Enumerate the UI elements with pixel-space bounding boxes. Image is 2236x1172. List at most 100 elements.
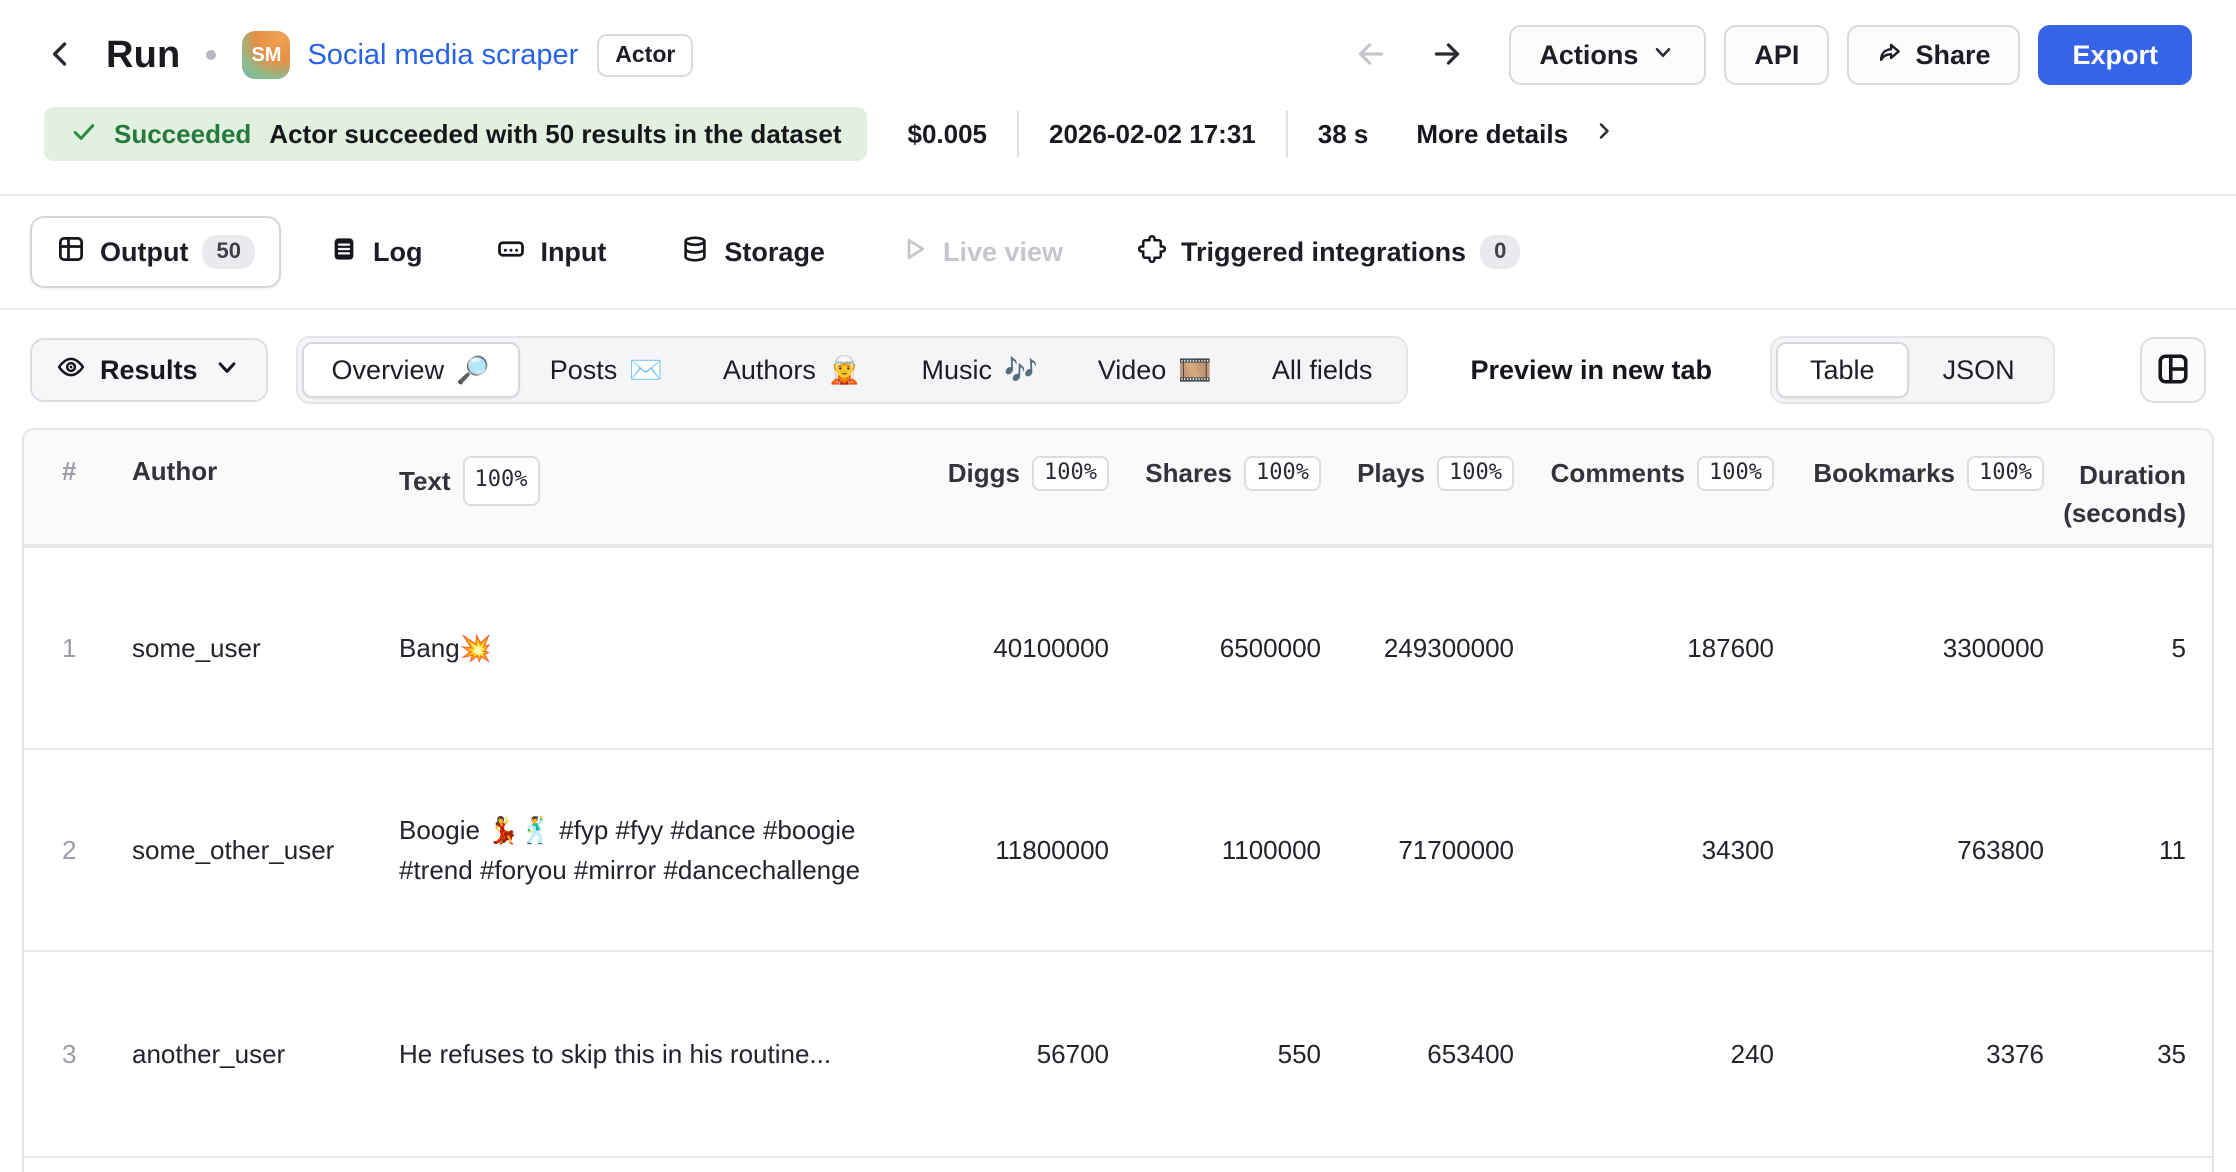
column-header-author[interactable]: Author [132,456,399,487]
tab-triggered-integrations-label: Triggered integrations [1181,237,1466,268]
status-message: Actor succeeded with 50 results in the d… [269,119,841,150]
row-index: 2 [24,835,132,866]
share-icon [1877,39,1903,72]
view-all-fields[interactable]: All fields [1242,342,1403,398]
bookmarks-cell: 3300000 [1774,633,2044,664]
tab-log-label: Log [373,237,422,268]
plays-cell: 71700000 [1321,835,1514,866]
preview-in-new-tab-button[interactable]: Preview in new tab [1470,355,1712,386]
run-tabs: Output 50 Log Input Storage Live view [0,196,2236,310]
column-header-shares[interactable]: Shares 100% [1109,456,1321,491]
table-row[interactable]: 2 some_other_user Boogie 💃🕺 #fyp #fyy #d… [24,748,2212,950]
play-icon [899,234,929,271]
column-header-diggs[interactable]: Diggs 100% [911,456,1109,491]
share-label: Share [1915,40,1990,71]
table-grid-icon [56,234,86,271]
input-field-icon [496,234,526,271]
chevron-left-icon [44,37,78,74]
diggs-header-label: Diggs [948,458,1020,489]
page-title: Run [106,34,180,77]
format-json-option[interactable]: JSON [1909,342,2049,398]
comments-cell: 240 [1514,1039,1774,1070]
tab-triggered-integrations[interactable]: Triggered integrations 0 [1111,216,1546,288]
format-table-option[interactable]: Table [1776,342,1909,398]
actor-name-link[interactable]: Social media scraper [307,39,578,72]
tab-input[interactable]: Input [470,216,632,288]
chevron-down-icon [212,352,242,389]
column-settings-button[interactable] [2140,337,2206,403]
next-run-button[interactable] [1429,36,1465,75]
chevron-right-icon [1592,119,1616,150]
tab-storage[interactable]: Storage [654,216,851,288]
view-video-label: Video [1098,355,1167,386]
actions-label: Actions [1539,40,1638,71]
shares-cell: 6500000 [1109,633,1321,664]
table-row[interactable]: 1 some_user Bang💥 40100000 6500000 24930… [24,546,2212,748]
arrow-left-icon [1353,36,1389,75]
tab-output-label: Output [100,237,188,268]
plays-fill-badge: 100% [1437,456,1514,491]
table-header-row: # Author Text 100% Diggs 100% Shares 100… [24,430,2212,546]
tab-live-view-label: Live view [943,237,1063,268]
view-posts[interactable]: Posts ✉️ [520,342,693,398]
results-dropdown[interactable]: Results [30,338,268,402]
status-state: Succeeded [114,119,251,150]
text-cell: 🙂 [399,1158,911,1172]
diggs-fill-badge: 100% [1032,456,1109,491]
share-button[interactable]: Share [1847,25,2020,85]
view-overview[interactable]: Overview 🔎 [302,342,520,398]
columns-layout-icon [2155,351,2191,390]
author-cell: some_other_user [132,835,399,866]
column-header-duration[interactable]: Duration (seconds) [2044,456,2212,532]
output-count-badge: 50 [202,235,254,269]
format-table-label: Table [1810,355,1875,386]
api-button[interactable]: API [1724,25,1829,85]
actor-avatar: SM [242,31,290,79]
back-button[interactable] [44,37,78,74]
previous-run-button[interactable] [1353,36,1389,75]
view-switcher: Overview 🔎 Posts ✉️ Authors 🧝 Music 🎶 Vi… [296,336,1409,404]
text-cell: Bang💥 [399,628,911,668]
author-header-label: Author [132,456,217,487]
row-index: 3 [24,1039,132,1070]
duration-cell: 11 [2044,835,2212,866]
tab-log[interactable]: Log [303,216,448,288]
tab-output[interactable]: Output 50 [30,216,281,288]
duration-cell: 35 [2044,1039,2212,1070]
view-music-label: Music [922,355,993,386]
view-posts-label: Posts [550,355,618,386]
integrations-count-badge: 0 [1480,235,1520,269]
view-authors[interactable]: Authors 🧝 [693,342,892,398]
bookmarks-cell: 3376 [1774,1039,2044,1070]
api-label: API [1754,40,1799,71]
top-bar: Run SM Social media scraper Actor Action… [0,0,2236,86]
divider [1286,111,1288,157]
view-video[interactable]: Video 🎞️ [1068,342,1242,398]
export-button[interactable]: Export [2038,25,2192,85]
log-icon [329,234,359,271]
actions-button[interactable]: Actions [1509,25,1706,85]
results-toolbar: Results Overview 🔎 Posts ✉️ Authors 🧝 Mu… [0,336,2236,404]
run-cost: $0.005 [907,119,987,150]
run-duration: 38 s [1318,119,1369,150]
table-row-partial[interactable]: 🙂 [24,1156,2212,1172]
table-row[interactable]: 3 another_user He refuses to skip this i… [24,950,2212,1156]
more-details-button[interactable]: More details [1416,119,1616,150]
comments-fill-badge: 100% [1697,456,1774,491]
column-header-text[interactable]: Text 100% [399,456,911,506]
author-cell: another_user [132,1039,399,1070]
view-music[interactable]: Music 🎶 [892,342,1068,398]
film-frames-emoji: 🎞️ [1178,354,1212,386]
column-header-plays[interactable]: Plays 100% [1321,456,1514,491]
column-header-comments[interactable]: Comments 100% [1514,456,1774,491]
column-header-bookmarks[interactable]: Bookmarks 100% [1774,456,2044,491]
chevron-down-icon [1650,39,1676,72]
comments-cell: 187600 [1514,633,1774,664]
diggs-cell: 11800000 [911,835,1109,866]
duration-cell: 5 [2044,633,2212,664]
view-authors-label: Authors [723,355,816,386]
database-icon [680,234,710,271]
column-header-index[interactable]: # [24,456,132,487]
plays-cell: 653400 [1321,1039,1514,1070]
tab-live-view: Live view [873,216,1089,288]
